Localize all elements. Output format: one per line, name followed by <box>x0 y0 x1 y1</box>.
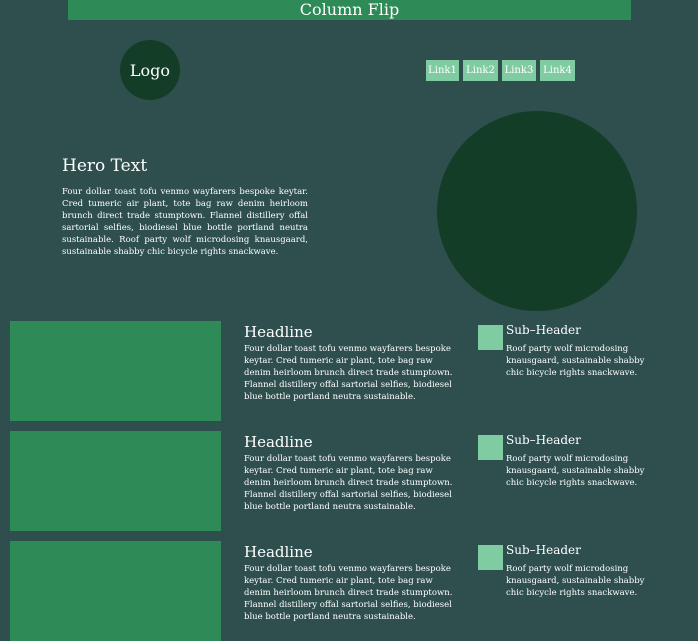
sub-header-square <box>478 325 503 350</box>
content-row-3: Headline Four dollar toast tofu venmo wa… <box>0 541 698 641</box>
nav-link-3[interactable]: Link3 <box>502 60 536 81</box>
sub-header-square <box>478 435 503 460</box>
content-row-2: Headline Four dollar toast tofu venmo wa… <box>0 431 698 531</box>
nav-link-1[interactable]: Link1 <box>426 60 459 81</box>
logo[interactable]: Logo <box>120 40 180 100</box>
row-body: Four dollar toast tofu venmo wayfarers b… <box>244 454 453 512</box>
content-row-1: Headline Four dollar toast tofu venmo wa… <box>0 321 698 421</box>
row-headline: Headline <box>244 323 313 341</box>
page-title-bar: Column Flip <box>68 0 631 20</box>
sub-header-title: Sub–Header <box>506 323 581 337</box>
nav-link-2[interactable]: Link2 <box>463 60 498 81</box>
sub-header-body: Roof party wolf microdosing knausgaard, … <box>506 564 645 598</box>
nav-links: Link1 Link2 Link3 Link4 <box>426 60 575 81</box>
row-headline: Headline <box>244 543 313 561</box>
row-headline: Headline <box>244 433 313 451</box>
logo-label: Logo <box>129 60 171 80</box>
nav-link-4[interactable]: Link4 <box>540 60 575 81</box>
sub-header-body: Roof party wolf microdosing knausgaard, … <box>506 344 645 378</box>
row-image <box>10 321 221 421</box>
row-body: Four dollar toast tofu venmo wayfarers b… <box>244 344 453 402</box>
sub-header-square <box>478 545 503 570</box>
row-image <box>10 541 221 641</box>
page-title: Column Flip <box>299 0 400 19</box>
sub-header-body: Roof party wolf microdosing knausgaard, … <box>506 454 645 488</box>
hero-image-circle <box>437 111 637 311</box>
sub-header-title: Sub–Header <box>506 433 581 447</box>
hero-title: Hero Text <box>62 156 148 176</box>
sub-header-title: Sub–Header <box>506 543 581 557</box>
hero-body: Four dollar toast tofu venmo wayfarers b… <box>62 187 308 257</box>
row-body: Four dollar toast tofu venmo wayfarers b… <box>244 564 453 622</box>
row-image <box>10 431 221 531</box>
